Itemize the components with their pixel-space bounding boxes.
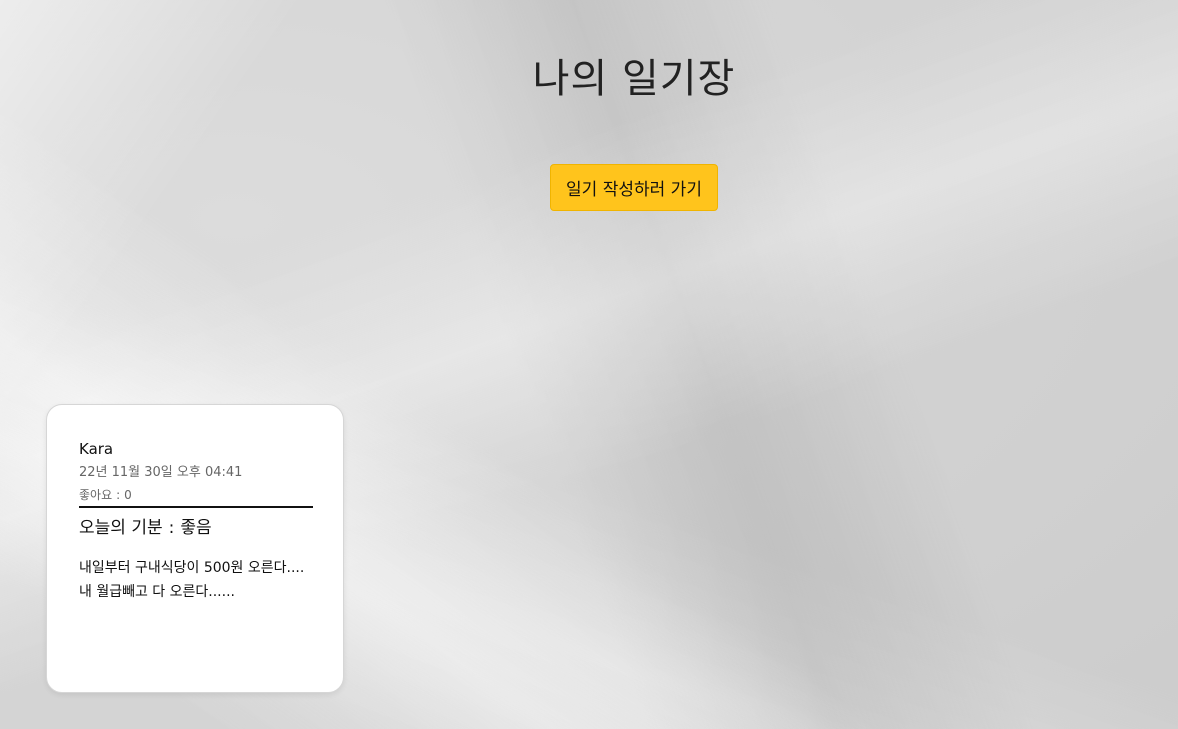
likes-separator: :: [116, 488, 121, 502]
mood-separator: :: [168, 518, 175, 538]
likes-count: 0: [124, 488, 132, 502]
mood-label: 오늘의 기분: [79, 518, 163, 538]
card-likes: 좋아요:0: [79, 486, 311, 504]
card-divider: [79, 506, 313, 508]
write-diary-button[interactable]: 일기 작성하러 가기: [550, 164, 718, 211]
card-mood: 오늘의 기분: 좋음: [79, 516, 311, 540]
diary-card[interactable]: Kara 22년 11월 30일 오후 04:41 좋아요:0 오늘의 기분: 좋…: [46, 404, 344, 693]
card-date: 22년 11월 30일 오후 04:41: [79, 465, 243, 480]
mood-value: 좋음: [180, 518, 212, 538]
card-author: Kara: [79, 440, 114, 458]
card-content: 내일부터 구내식당이 500원 오른다.... 내 월급빼고 다 오른다....…: [79, 560, 305, 600]
page-title: 나의 일기장: [532, 56, 736, 102]
likes-label: 좋아요: [79, 488, 113, 502]
